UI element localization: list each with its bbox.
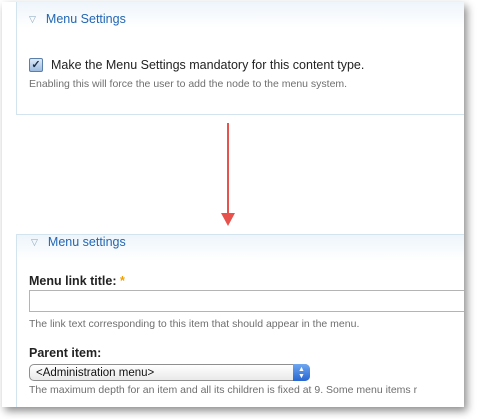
parent-item-selected[interactable]: <Administration menu> [36, 367, 154, 379]
menu-link-title-help: The link text corresponding to this item… [29, 318, 360, 330]
updown-caret-icon[interactable]: ▲ ▼ [293, 364, 310, 381]
parent-item-select[interactable]: <Administration menu> ▲ ▼ [29, 364, 310, 381]
triangle-down-icon[interactable]: ▽ [31, 237, 38, 248]
menu-link-title-input[interactable] [29, 290, 464, 312]
legend-label[interactable]: Menu settings [48, 235, 126, 249]
mandatory-checkbox-row[interactable]: ✓ Make the Menu Settings mandatory for t… [29, 58, 364, 72]
menu-settings-fieldset-old: ▽ Menu Settings ✓ Make the Menu Settings… [16, 2, 464, 115]
menu-settings-fieldset-new: ▽ Menu settings Menu link title: * The l… [16, 234, 464, 407]
triangle-down-icon[interactable]: ▽ [29, 14, 36, 25]
arrow-down-icon [227, 123, 229, 215]
mandatory-help-text: Enabling this will force the user to add… [29, 78, 348, 90]
required-marker: * [119, 274, 125, 288]
parent-item-help: The maximum depth for an item and all it… [29, 384, 418, 396]
fieldset-legend[interactable]: ▽ Menu Settings [29, 12, 126, 26]
mandatory-checkbox-label[interactable]: Make the Menu Settings mandatory for thi… [51, 58, 364, 72]
menu-link-title-label: Menu link title: * [29, 274, 125, 288]
screenshot-frame: ▽ Menu Settings ✓ Make the Menu Settings… [2, 2, 464, 407]
arrow-head [221, 213, 235, 226]
fieldset-legend[interactable]: ▽ Menu settings [31, 235, 126, 249]
legend-label[interactable]: Menu Settings [46, 12, 126, 26]
parent-item-label: Parent item: [29, 346, 102, 360]
mandatory-checkbox[interactable]: ✓ [29, 58, 43, 72]
